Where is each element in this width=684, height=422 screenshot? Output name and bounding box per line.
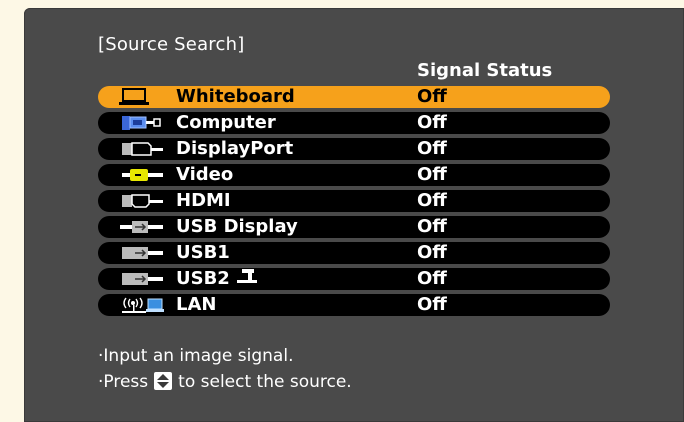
source-row-usb1[interactable]: USB1 Off (98, 242, 610, 264)
screen-title: [Source Search] (98, 34, 245, 55)
source-label: Video (176, 164, 234, 185)
source-label: LAN (176, 294, 217, 315)
source-status: Off (417, 268, 447, 289)
source-status: Off (417, 216, 447, 237)
hint-prefix: ·Press (98, 372, 149, 392)
source-label: USB Display (176, 216, 298, 237)
whiteboard-icon (118, 88, 168, 106)
source-label: Computer (176, 112, 276, 133)
source-label: USB1 (176, 242, 230, 263)
up-down-arrow-icon (154, 372, 173, 395)
document-camera-icon (236, 268, 258, 290)
source-label: HDMI (176, 190, 231, 211)
signal-status-header: Signal Status (417, 60, 553, 81)
source-status: Off (417, 190, 447, 211)
source-row-video[interactable]: Video Off (98, 164, 610, 186)
source-status: Off (417, 164, 447, 185)
hint-input-signal: ·Input an image signal. (98, 346, 294, 366)
source-row-usb-display[interactable]: USB Display Off (98, 216, 610, 238)
hint-select-source: ·Press to select the source. (98, 372, 352, 395)
source-status: Off (417, 242, 447, 263)
usb2-icon (118, 270, 168, 288)
source-row-displayport[interactable]: DisplayPort Off (98, 138, 610, 160)
source-label-text: USB2 (176, 268, 230, 289)
source-row-whiteboard[interactable]: Whiteboard Off (98, 86, 610, 108)
usb-display-icon (118, 218, 168, 236)
source-row-computer[interactable]: Computer Off (98, 112, 610, 134)
source-row-hdmi[interactable]: HDMI Off (98, 190, 610, 212)
source-row-usb2[interactable]: USB2 Off (98, 268, 610, 290)
source-status: Off (417, 294, 447, 315)
source-status: Off (417, 112, 447, 133)
displayport-icon (118, 140, 168, 158)
source-status: Off (417, 86, 447, 107)
computer-icon (118, 114, 168, 132)
hdmi-icon (118, 192, 168, 210)
source-status: Off (417, 138, 447, 159)
source-search-screen: [Source Search] Signal Status Whiteboard… (24, 8, 684, 422)
lan-icon (118, 296, 168, 314)
usb1-icon (118, 244, 168, 262)
hint-suffix: to select the source. (178, 372, 352, 392)
source-label: USB2 (176, 268, 258, 290)
source-label: DisplayPort (176, 138, 294, 159)
source-label: Whiteboard (176, 86, 295, 107)
source-row-lan[interactable]: LAN Off (98, 294, 610, 316)
video-icon (118, 166, 168, 184)
